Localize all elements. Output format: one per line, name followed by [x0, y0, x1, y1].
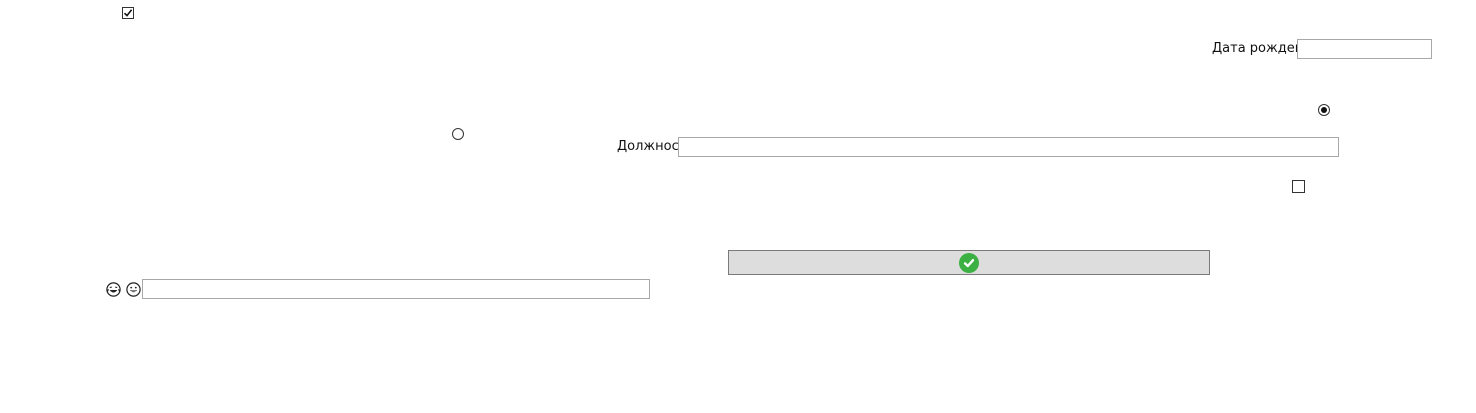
radio-option-unselected[interactable] [452, 128, 464, 140]
birth-date-input[interactable] [1297, 39, 1432, 59]
position-input[interactable] [678, 137, 1339, 157]
comment-input[interactable] [142, 279, 650, 299]
check-circle-icon [959, 252, 979, 273]
submit-button[interactable] [728, 250, 1210, 275]
extra-checkbox[interactable] [1292, 180, 1305, 193]
agree-checkbox[interactable] [122, 7, 134, 19]
grinning-face-icon[interactable] [126, 282, 141, 301]
radio-option-selected[interactable] [1318, 104, 1330, 116]
laughing-face-icon[interactable] [106, 282, 121, 301]
radio-selected-dot [1321, 107, 1327, 113]
checkmark-icon [123, 9, 133, 17]
